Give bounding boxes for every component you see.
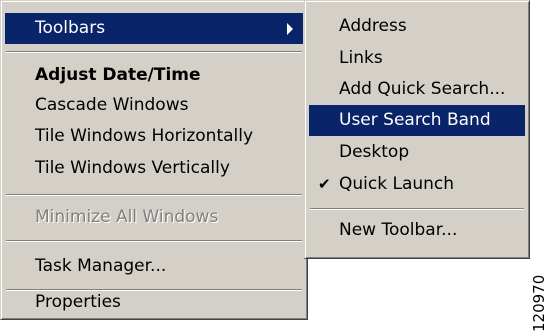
menu-separator bbox=[310, 208, 524, 210]
menu-item-label: Tile Windows Horizontally bbox=[35, 126, 254, 146]
submenu-item-add-quick-search[interactable]: Add Quick Search... bbox=[309, 74, 525, 105]
menu-separator bbox=[6, 240, 302, 242]
submenu-item-user-search-band[interactable]: User Search Band bbox=[309, 105, 525, 136]
menu-item-label: Desktop bbox=[339, 142, 410, 162]
menu-item-label: Quick Launch bbox=[339, 174, 455, 194]
taskbar-context-menu: Toolbars Adjust Date/Time Cascade Window… bbox=[0, 0, 308, 320]
menu-item-tile-vertically[interactable]: Tile Windows Vertically bbox=[5, 153, 303, 184]
menu-item-properties[interactable]: Properties bbox=[5, 283, 303, 314]
menu-item-minimize-all: Minimize All Windows bbox=[5, 202, 303, 233]
menu-item-label: Add Quick Search... bbox=[339, 79, 506, 99]
menu-separator bbox=[6, 194, 302, 196]
menu-item-label: Tile Windows Vertically bbox=[35, 158, 230, 178]
toolbars-submenu: Address Links Add Quick Search... User S… bbox=[304, 0, 530, 259]
menu-item-label: User Search Band bbox=[339, 110, 491, 130]
menu-item-label: Adjust Date/Time bbox=[35, 65, 201, 85]
figure-number: 120970 bbox=[530, 274, 548, 332]
menu-item-label: Address bbox=[339, 16, 407, 36]
checkmark-icon: ✔ bbox=[318, 175, 331, 193]
submenu-item-new-toolbar[interactable]: New Toolbar... bbox=[309, 215, 525, 246]
menu-item-label: Toolbars bbox=[35, 18, 106, 38]
menu-item-tile-horizontally[interactable]: Tile Windows Horizontally bbox=[5, 121, 303, 152]
menu-separator bbox=[6, 51, 302, 53]
menu-item-label: Minimize All Windows bbox=[35, 207, 219, 227]
screenshot-stage: Toolbars Adjust Date/Time Cascade Window… bbox=[0, 0, 551, 333]
menu-item-task-manager[interactable]: Task Manager... bbox=[5, 251, 303, 282]
menu-item-label: Task Manager... bbox=[35, 256, 167, 276]
submenu-item-quick-launch[interactable]: ✔ Quick Launch bbox=[309, 169, 525, 200]
menu-item-label: Properties bbox=[35, 292, 121, 312]
menu-item-adjust-date-time[interactable]: Adjust Date/Time bbox=[5, 60, 303, 91]
submenu-item-links[interactable]: Links bbox=[309, 43, 525, 74]
submenu-arrow-icon bbox=[287, 23, 293, 35]
submenu-item-address[interactable]: Address bbox=[309, 11, 525, 42]
menu-item-toolbars[interactable]: Toolbars bbox=[5, 13, 303, 44]
menu-item-label: New Toolbar... bbox=[339, 220, 458, 240]
menu-item-cascade-windows[interactable]: Cascade Windows bbox=[5, 90, 303, 121]
menu-item-label: Links bbox=[339, 48, 383, 68]
submenu-item-desktop[interactable]: Desktop bbox=[309, 137, 525, 168]
menu-item-label: Cascade Windows bbox=[35, 95, 189, 115]
